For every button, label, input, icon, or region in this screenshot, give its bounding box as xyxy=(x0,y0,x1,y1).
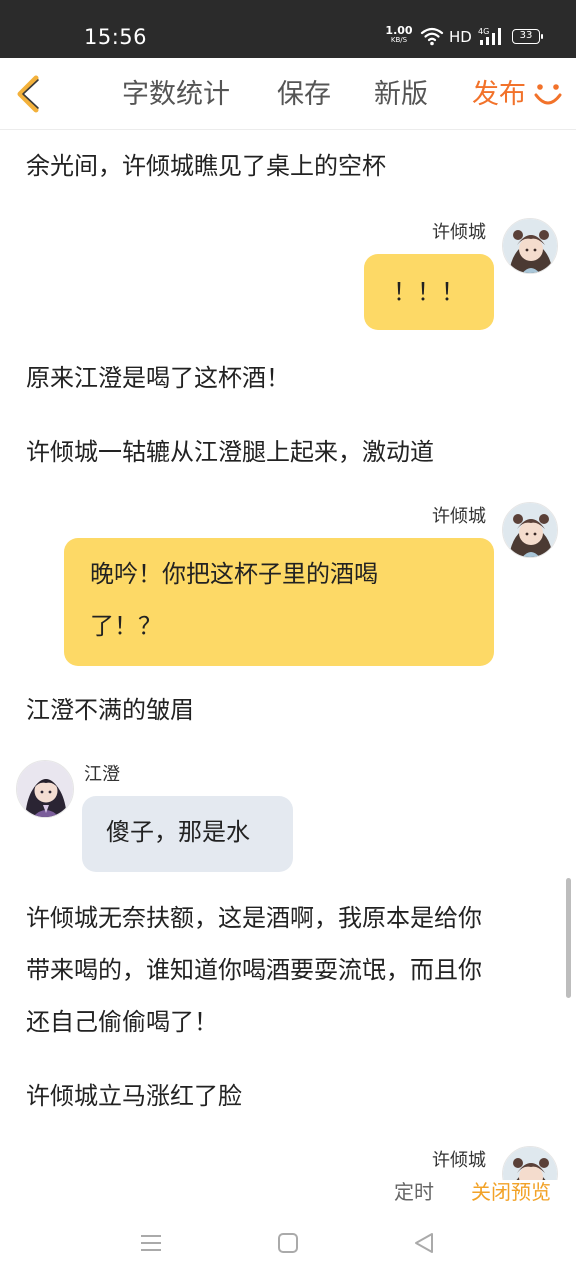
story-paragraph: 余光间，许倾城瞧见了桌上的空杯 xyxy=(26,152,386,180)
menu-icon[interactable] xyxy=(140,1232,162,1254)
preview-actions: 定时 关闭预览 xyxy=(0,1176,576,1210)
close-preview-button[interactable]: 关闭预览 xyxy=(471,1178,551,1206)
schedule-button[interactable]: 定时 xyxy=(394,1178,434,1206)
message-bubble: ！！！ xyxy=(364,254,494,330)
message-text-line: 晚吟！你把这杯子里的酒喝 xyxy=(90,560,378,588)
wifi-icon xyxy=(420,27,444,46)
avatar-jiang-cheng[interactable] xyxy=(16,760,74,818)
status-time: 15:56 xyxy=(84,25,148,49)
new-version-button[interactable]: 新版 xyxy=(374,78,428,112)
hd-indicator: HD xyxy=(449,28,472,46)
battery-icon: 33 xyxy=(512,29,543,44)
story-preview[interactable]: 余光间，许倾城瞧见了桌上的空杯 许倾城 ！！！ 原来江澄是喝了这杯酒！ 许倾城一… xyxy=(0,130,576,1180)
message-text-line: 了！？ xyxy=(90,612,162,640)
save-button[interactable]: 保存 xyxy=(277,78,331,112)
status-bar: 15:56 1.00 KB/S HD 4G 33 xyxy=(0,0,576,58)
avatar-xu-qingcheng[interactable] xyxy=(502,1146,558,1180)
story-paragraph: 许倾城一轱辘从江澄腿上起来，激动道 xyxy=(26,438,434,466)
story-paragraph: 还自己偷偷喝了！ xyxy=(26,1008,218,1036)
speaker-name: 许倾城 xyxy=(432,1150,486,1171)
story-paragraph: 许倾城无奈扶额，这是酒啊，我原本是给你 xyxy=(26,904,482,932)
story-paragraph: 原来江澄是喝了这杯酒！ xyxy=(26,364,290,392)
story-paragraph: 江澄不满的皱眉 xyxy=(26,696,194,724)
avatar-xu-qingcheng[interactable] xyxy=(502,502,558,558)
message-bubble: 傻子，那是水 xyxy=(82,796,293,872)
story-paragraph: 许倾城立马涨红了脸 xyxy=(26,1082,242,1110)
message-text: 傻子，那是水 xyxy=(106,818,250,846)
story-paragraph: 带来喝的，谁知道你喝酒要耍流氓，而且你 xyxy=(26,956,482,984)
signal-label: 4G xyxy=(478,27,489,36)
smile-icon[interactable] xyxy=(533,80,563,110)
home-square-icon[interactable] xyxy=(277,1232,299,1254)
message-bubble: 晚吟！你把这杯子里的酒喝 了！？ xyxy=(64,538,494,666)
signal-icon: 4G xyxy=(478,27,501,45)
system-nav-bar xyxy=(0,1210,576,1280)
editor-toolbar: 字数统计 保存 新版 发布 xyxy=(0,58,576,130)
network-speed-unit: KB/S xyxy=(390,36,408,44)
triangle-back-icon[interactable] xyxy=(413,1232,435,1254)
speaker-name: 江澄 xyxy=(84,764,120,785)
chevron-left-icon[interactable] xyxy=(14,74,46,114)
speaker-name: 许倾城 xyxy=(432,506,486,527)
network-speed: 1.00 KB/S xyxy=(384,25,414,45)
message-text: ！！！ xyxy=(393,278,465,306)
word-count-button[interactable]: 字数统计 xyxy=(122,78,230,112)
speaker-name: 许倾城 xyxy=(432,222,486,243)
publish-button[interactable]: 发布 xyxy=(472,78,526,112)
avatar-xu-qingcheng[interactable] xyxy=(502,218,558,274)
scrollbar[interactable] xyxy=(566,878,571,998)
